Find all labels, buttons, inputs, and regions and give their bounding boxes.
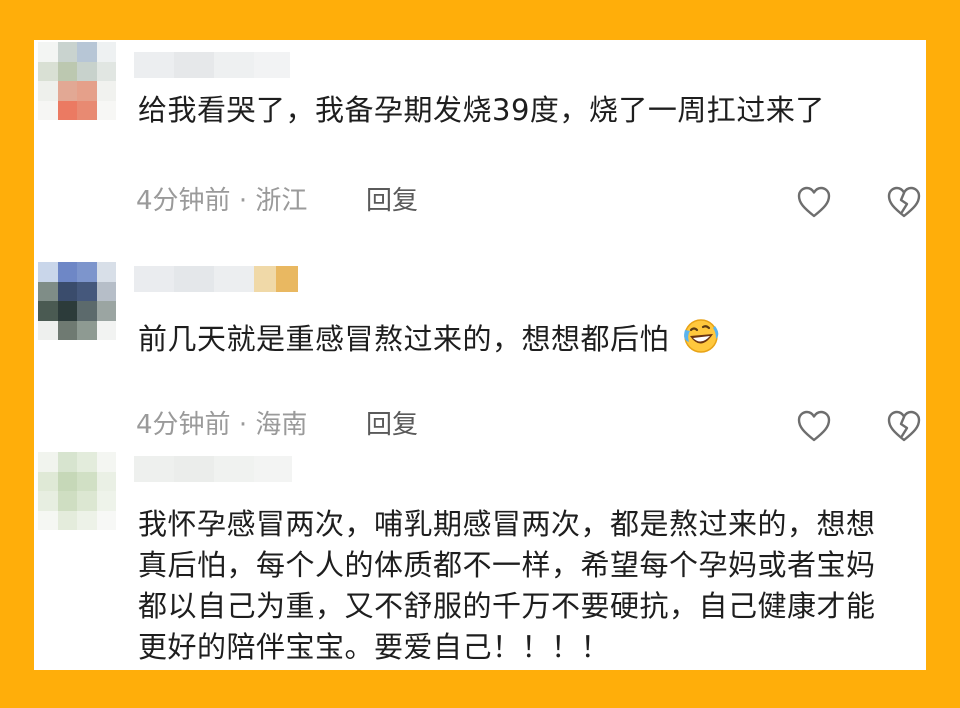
- heart-outline-icon: [797, 186, 831, 218]
- comment-item: 给我看哭了，我备孕期发烧39度，烧了一周扛过来了 4分钟前 · 浙江 回复: [34, 40, 926, 240]
- comment-text: 给我看哭了，我备孕期发烧39度，烧了一周扛过来了: [138, 93, 825, 127]
- avatar[interactable]: [38, 452, 116, 530]
- like-button[interactable]: [794, 182, 834, 222]
- comment-time: 4分钟前: [136, 186, 231, 216]
- comment-location: 浙江: [255, 186, 308, 216]
- comment-item: 我怀孕感冒两次，哺乳期感冒两次，都是熬过来的，想想真后怕，每个人的体质都不一样，…: [34, 448, 926, 670]
- reply-button[interactable]: 回复: [366, 184, 418, 218]
- comment-meta: 4分钟前 · 海南: [136, 408, 307, 442]
- like-button[interactable]: [794, 406, 834, 446]
- comment-text: 前几天就是重感冒熬过来的，想想都后怕: [138, 316, 908, 366]
- broken-heart-icon: [887, 410, 921, 442]
- comment-item: 前几天就是重感冒熬过来的，想想都后怕 4分钟前 · 海南 回复: [34, 252, 926, 442]
- comment-location: 海南: [255, 410, 308, 440]
- username-blurred[interactable]: [134, 52, 290, 78]
- username-blurred[interactable]: [134, 266, 298, 292]
- comment-time: 4分钟前: [136, 410, 231, 440]
- meta-separator: ·: [238, 410, 248, 440]
- avatar[interactable]: [38, 42, 116, 120]
- comment-list: 给我看哭了，我备孕期发烧39度，烧了一周扛过来了 4分钟前 · 浙江 回复 前几…: [34, 40, 926, 670]
- comment-text-content: 前几天就是重感冒熬过来的，想想都后怕: [138, 322, 670, 356]
- comment-meta: 4分钟前 · 浙江: [136, 184, 307, 218]
- dislike-button[interactable]: [884, 182, 924, 222]
- laughing-crying-emoji-icon: [681, 316, 721, 366]
- dislike-button[interactable]: [884, 406, 924, 446]
- heart-outline-icon: [797, 410, 831, 442]
- username-blurred[interactable]: [134, 456, 292, 482]
- meta-separator: ·: [238, 186, 248, 216]
- avatar[interactable]: [38, 262, 116, 340]
- broken-heart-icon: [887, 186, 921, 218]
- reply-button[interactable]: 回复: [366, 408, 418, 442]
- comment-text: 我怀孕感冒两次，哺乳期感冒两次，都是熬过来的，想想真后怕，每个人的体质都不一样，…: [138, 507, 876, 664]
